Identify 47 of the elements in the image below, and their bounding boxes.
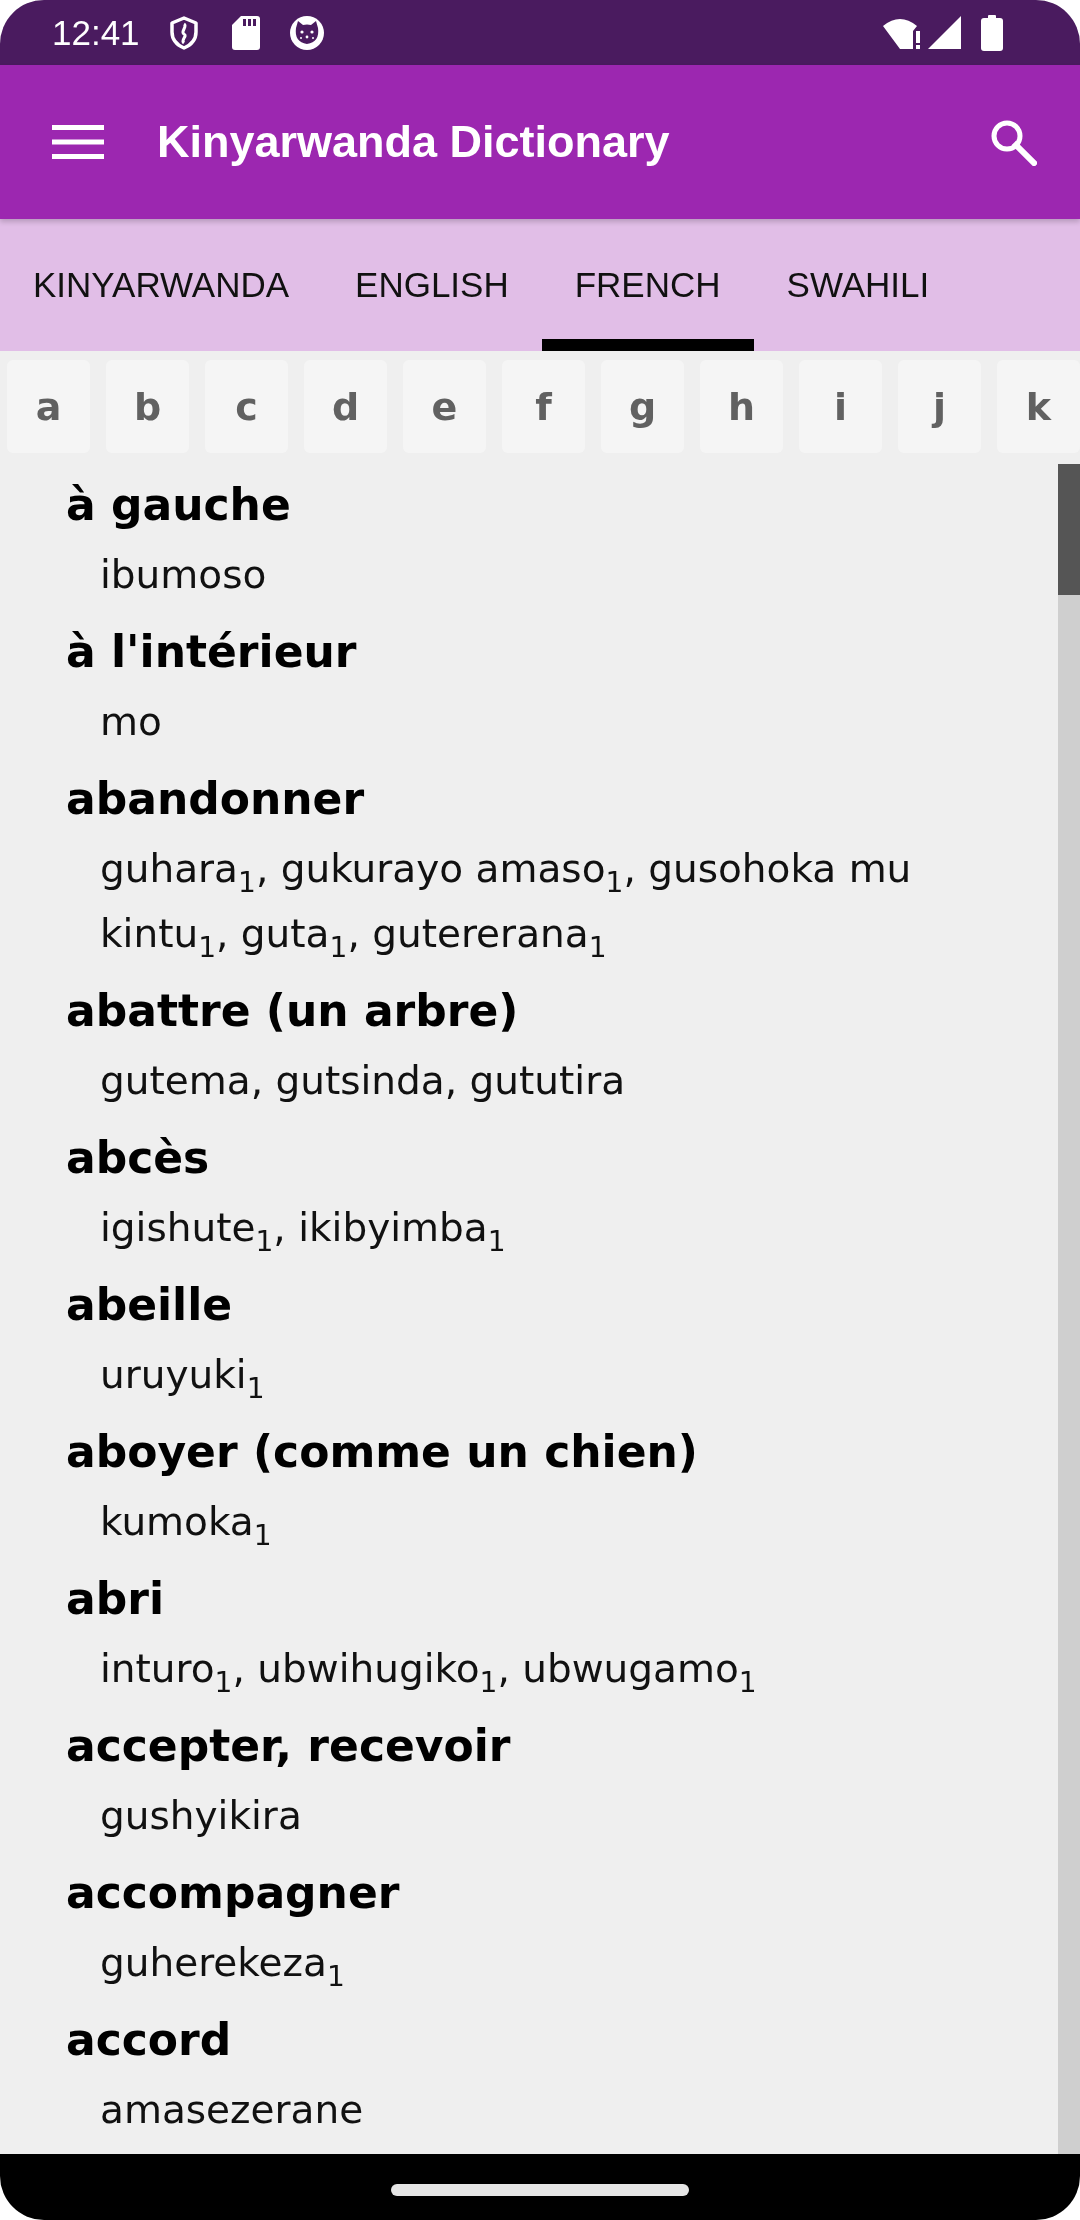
entry-translation: uruyuki$_{1}$ — [99, 1351, 266, 1407]
entry-translation: ibumoso — [99, 551, 268, 599]
letter-button[interactable]: j — [898, 360, 981, 453]
tab[interactable]: SWAHILI — [753, 219, 963, 351]
entry-translation: inturo$_{1}$, ubwihugiko$_{1}$, ubwugamo$_{1}$ — [99, 1645, 758, 1701]
letter-button[interactable]: k — [997, 360, 1080, 453]
entry-term[interactable]: abandonner — [0, 762, 365, 836]
entry-translation: kumoka$_{1}$ — [99, 1498, 273, 1554]
letter-button[interactable]: d — [304, 360, 387, 453]
entry-term[interactable]: à gauche — [0, 468, 291, 542]
scrollbar-thumb[interactable] — [1058, 464, 1080, 595]
entry-term[interactable]: abattre (un arbre) — [0, 974, 519, 1048]
entry-translation: gushyikira — [99, 1792, 303, 1840]
entry-term[interactable]: abeille — [0, 1268, 233, 1342]
letter-button[interactable]: i — [799, 360, 882, 453]
search-icon[interactable] — [989, 118, 1037, 166]
letter-button[interactable]: f — [502, 360, 585, 453]
battery-icon — [981, 14, 1003, 51]
signal-icon — [928, 16, 961, 49]
letter-button[interactable]: c — [205, 360, 288, 453]
entry-translation: amasezerane — [99, 2086, 365, 2134]
letter-button[interactable]: a — [7, 360, 90, 453]
entry-term[interactable]: à l'intérieur — [0, 615, 357, 689]
entry-term[interactable]: accepter, recevoir — [0, 1709, 511, 1783]
letter-button[interactable]: e — [403, 360, 486, 453]
entry-term[interactable]: accompagner — [0, 1856, 400, 1930]
entry-term[interactable]: abri — [0, 1562, 164, 1636]
entry-translation: igishute$_{1}$, ikibyimba$_{1}$ — [99, 1204, 507, 1260]
entry-translation: guhara$_{1}$, gukurayo amaso$_{1}$, gusohoka mu kintu$_{1}$, guta$_{1}$, gutererana$_{1}$ — [99, 845, 913, 966]
sd-card-icon — [231, 15, 260, 50]
entry-term[interactable]: abcès — [0, 1121, 210, 1195]
tab[interactable]: KINYARWANDA — [0, 219, 323, 351]
entry-translation: mo — [99, 698, 163, 746]
letter-button[interactable]: h — [700, 360, 783, 453]
home-handle[interactable] — [391, 2184, 689, 2196]
entry-translation: guherekeza$_{1}$ — [99, 1939, 346, 1995]
tab[interactable]: ENGLISH — [322, 219, 542, 351]
entry-term[interactable]: accord — [0, 2003, 232, 2077]
entry-translation: gutema, gutsinda, gututira — [99, 1057, 627, 1105]
letter-button[interactable]: g — [601, 360, 684, 453]
menu-icon[interactable] — [52, 125, 104, 159]
shield-icon — [168, 15, 199, 50]
app-title: Kinyarwanda Dictionary — [157, 116, 671, 168]
letter-button[interactable]: b — [106, 360, 189, 453]
cat-face-icon — [288, 14, 325, 51]
entry-term[interactable]: aboyer (comme un chien) — [0, 1415, 698, 1489]
status-time: 12:41 — [52, 12, 140, 53]
